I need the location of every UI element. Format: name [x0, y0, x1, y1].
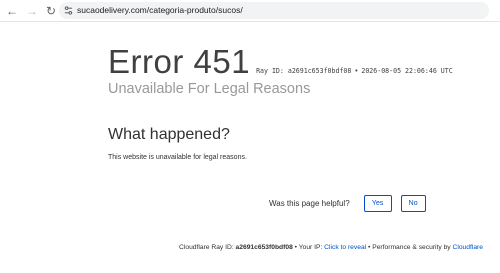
address-bar[interactable]: sucaodelivery.com/categoria-produto/suco… [59, 2, 489, 19]
footer-separator: • [294, 244, 298, 251]
error-subtitle: Unavailable For Legal Reasons [108, 81, 311, 97]
feedback-question: Was this page helpful? [269, 198, 350, 208]
feedback-section: Was this page helpful? Yes No [269, 194, 426, 212]
ray-id: a2691c653f0bdf08 [287, 67, 352, 75]
cloudflare-link[interactable]: Cloudflare [453, 244, 483, 251]
error-code: Error 451 [108, 43, 251, 80]
reload-icon[interactable]: ↻ [43, 3, 59, 19]
footer: Cloudflare Ray ID: a2691c653f0bdf08 • Yo… [179, 244, 483, 251]
feedback-yes-button[interactable]: Yes [363, 194, 392, 212]
what-happened-text: This website is unavailable for legal re… [108, 154, 247, 161]
error-header: Error 451 Ray ID: a2691c653f0bdf08 • 2026-… [108, 44, 453, 80]
footer-ip-label: Your IP: [298, 244, 323, 251]
what-happened-heading: What happened? [108, 126, 230, 143]
url-text[interactable]: sucaodelivery.com/categoria-produto/suco… [77, 4, 243, 17]
footer-separator: • [368, 244, 371, 251]
footer-ray-label: Cloudflare Ray ID: [179, 244, 234, 251]
feedback-no-button[interactable]: No [400, 194, 426, 212]
error-timestamp: 2026-08-05 22:06:46 UTC [361, 67, 453, 75]
ray-id-label: Ray ID: [256, 67, 284, 75]
footer-security-label: Performance & security by [372, 244, 451, 251]
ray-meta: Ray ID: a2691c653f0bdf08 • 2026-08-05 22:0… [256, 67, 453, 75]
meta-separator: • [354, 67, 359, 75]
site-info-icon[interactable] [63, 5, 74, 16]
footer-ray-id: a2691c653f0bdf08 [235, 244, 293, 251]
browser-toolbar: ← → ↻ sucaodelivery.com/categoria-produt… [0, 0, 500, 22]
forward-arrow-icon[interactable]: → [24, 3, 40, 19]
reveal-ip-link[interactable]: Click to reveal [324, 244, 366, 251]
back-arrow-icon[interactable]: ← [4, 3, 20, 19]
